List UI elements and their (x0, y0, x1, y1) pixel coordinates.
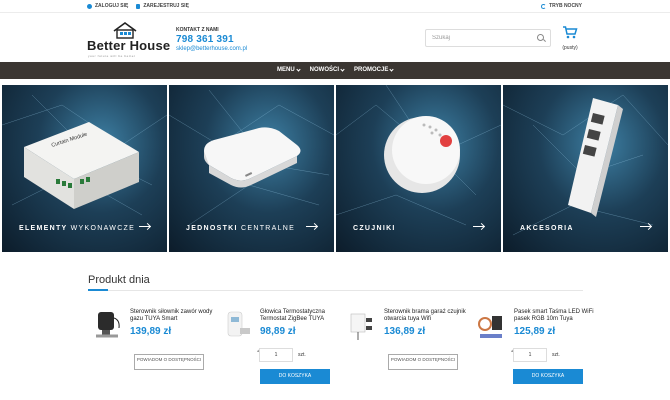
sensor-icon (384, 116, 460, 193)
quantity-input[interactable]: 1 (513, 348, 547, 362)
house-logo-icon (113, 22, 137, 39)
section-divider (88, 289, 583, 291)
thermostat-head-image[interactable] (222, 306, 252, 344)
search-input[interactable] (432, 33, 532, 43)
section-title: Produkt dnia (88, 274, 150, 286)
notify-availability-button[interactable]: POWIADOM O DOSTĘPNOŚCI (388, 354, 458, 370)
product-name[interactable]: Sterownik brama garaż czujnik otwarcia t… (384, 309, 476, 323)
logo-text: Better House (87, 38, 171, 53)
cart-icon (563, 26, 578, 39)
arrow-right-icon (473, 226, 484, 228)
chevron-down-icon (389, 66, 394, 72)
moon-icon (541, 3, 547, 9)
search-box (425, 29, 551, 47)
quantity-unit: szt. (552, 352, 560, 358)
search-icon[interactable] (537, 34, 544, 41)
main-nav: MENU NOWOŚCI PROMOCJE (0, 62, 670, 79)
quantity-input[interactable]: 1 (259, 348, 293, 362)
led-strip-image[interactable] (476, 306, 506, 344)
cart-label: (pusty) (562, 45, 578, 51)
arrow-right-icon (139, 226, 150, 228)
nav-item-promocje[interactable]: PROMOCJE (354, 66, 394, 73)
product-card: Sterownik brama garaż czujnik otwarcia t… (346, 300, 476, 400)
banner-akcesoria[interactable]: AKCESORIA (503, 85, 668, 252)
relay-module-icon: Curtain Module (24, 122, 139, 209)
add-to-cart-button[interactable]: DO KOSZYKA (260, 369, 330, 384)
banner-caption: AKCESORIA (520, 225, 574, 232)
chevron-down-icon (340, 66, 345, 72)
product-name[interactable]: Sterownik siłownik zawór wody gazu TUYA … (130, 309, 222, 323)
cart-button[interactable]: (pusty) (559, 26, 581, 51)
hub-icon (204, 127, 301, 188)
banner-jednostki-centralne[interactable]: JEDNOSTKI CENTRALNE (169, 85, 334, 252)
chevron-down-icon (296, 66, 301, 72)
category-banners: Curtain Module ELEMENTY WYKONAWCZE JEDNO… (0, 85, 670, 252)
product-price: 136,89 zł (384, 326, 426, 337)
notify-availability-button[interactable]: POWIADOM O DOSTĘPNOŚCI (134, 354, 204, 370)
banner-caption: JEDNOSTKI CENTRALNE (186, 225, 296, 232)
product-card: Głowica Termostatyczna Termostat ZigBee … (222, 300, 352, 400)
contact-label: KONTAKT Z NAMI (176, 27, 219, 33)
arrow-right-icon (640, 226, 651, 228)
product-card: Sterownik siłownik zawór wody gazu TUYA … (92, 300, 222, 400)
add-to-cart-button[interactable]: DO KOSZYKA (513, 369, 583, 384)
register-link[interactable]: ZAREJESTRUJ SIĘ (136, 3, 189, 9)
arrow-right-icon (306, 226, 317, 228)
product-price: 98,89 zł (260, 326, 296, 337)
nav-item-nowosci[interactable]: NOWOŚCI (310, 66, 345, 73)
logo-tagline: your future will be better (88, 54, 136, 58)
banner-elementy-wykonawcze[interactable]: Curtain Module ELEMENTY WYKONAWCZE (2, 85, 167, 252)
product-price: 139,89 zł (130, 326, 172, 337)
logo[interactable]: Better House your future will be better (87, 22, 170, 62)
product-price: 125,89 zł (514, 326, 556, 337)
product-name[interactable]: Pasek smart Taśma LED WiFi pasek RGB 10m… (514, 309, 606, 323)
contact-block: KONTAKT Z NAMI 798 361 391 sklep@betterh… (176, 27, 247, 52)
garage-controller-image[interactable] (346, 306, 376, 344)
contact-phone[interactable]: 798 361 391 (176, 34, 247, 45)
lock-icon (136, 3, 141, 9)
night-mode-toggle[interactable]: TRYB NOCNY (541, 3, 582, 9)
nav-item-menu[interactable]: MENU (277, 66, 301, 73)
quantity-unit: szt. (298, 352, 306, 358)
login-link[interactable]: ZALOGUJ SIĘ (87, 3, 128, 9)
product-card: Pasek smart Taśma LED WiFi pasek RGB 10m… (476, 300, 606, 400)
top-bar: ZALOGUJ SIĘ ZAREJESTRUJ SIĘ TRYB NOCNY (0, 0, 670, 13)
banner-caption: ELEMENTY WYKONAWCZE (19, 225, 136, 232)
product-name[interactable]: Głowica Termostatyczna Termostat ZigBee … (260, 309, 352, 323)
banner-czujniki[interactable]: CZUJNIKI (336, 85, 501, 252)
remote-icon (568, 98, 623, 217)
contact-email[interactable]: sklep@betterhouse.com.pl (176, 46, 247, 52)
banner-caption: CZUJNIKI (353, 225, 396, 232)
user-icon (87, 3, 92, 9)
valve-controller-image[interactable] (92, 306, 122, 344)
